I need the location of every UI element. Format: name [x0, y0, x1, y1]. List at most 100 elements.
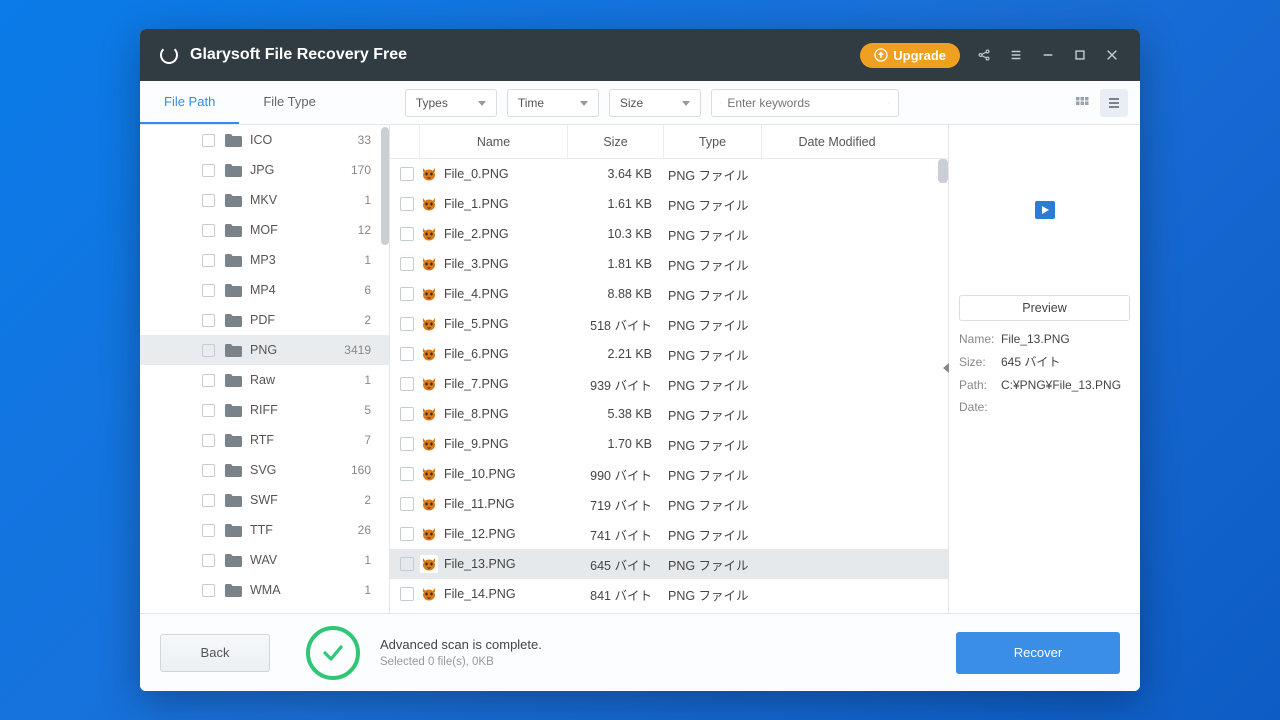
file-row[interactable]: File_13.PNG645 バイトPNG ファイル [390, 549, 948, 579]
file-row[interactable]: File_12.PNG741 バイトPNG ファイル [390, 519, 948, 549]
checkbox[interactable] [202, 164, 215, 177]
back-button[interactable]: Back [160, 634, 270, 672]
checkbox[interactable] [400, 287, 414, 301]
checkbox[interactable] [400, 257, 414, 271]
enter-icon[interactable] [888, 96, 890, 110]
menu-icon[interactable] [1000, 39, 1032, 71]
checkbox[interactable] [202, 524, 215, 537]
sidebar-item-count: 170 [351, 163, 371, 177]
sidebar-item-mof[interactable]: MOF12 [140, 215, 389, 245]
checkbox[interactable] [202, 494, 215, 507]
checkbox[interactable] [400, 497, 414, 511]
sidebar-item-rtf[interactable]: RTF7 [140, 425, 389, 455]
preview-button[interactable]: Preview [959, 295, 1130, 321]
file-icon [420, 405, 438, 423]
file-size: 841 バイト [564, 585, 660, 604]
checkbox[interactable] [400, 467, 414, 481]
column-type[interactable]: Type [664, 125, 762, 158]
folder-icon [225, 434, 242, 447]
column-date[interactable]: Date Modified [762, 125, 912, 158]
minimize-button[interactable] [1032, 39, 1064, 71]
search-input[interactable] [727, 96, 882, 110]
tab-file-path[interactable]: File Path [140, 81, 239, 124]
checkbox[interactable] [400, 527, 414, 541]
checkbox[interactable] [400, 557, 414, 571]
maximize-button[interactable] [1064, 39, 1096, 71]
checkbox[interactable] [202, 194, 215, 207]
column-size[interactable]: Size [568, 125, 664, 158]
checkbox[interactable] [400, 167, 414, 181]
share-icon[interactable] [968, 39, 1000, 71]
sidebar-scrollbar[interactable] [379, 125, 389, 613]
file-row[interactable]: File_1.PNG1.61 KBPNG ファイル [390, 189, 948, 219]
checkbox[interactable] [202, 404, 215, 417]
sidebar-item-swf[interactable]: SWF2 [140, 485, 389, 515]
checkbox[interactable] [400, 197, 414, 211]
column-name[interactable]: Name [420, 125, 568, 158]
preview-pane: Preview Name:File_13.PNG Size:645 バイト Pa… [948, 125, 1140, 613]
upgrade-button[interactable]: Upgrade [860, 43, 960, 68]
checkbox[interactable] [202, 554, 215, 567]
file-row[interactable]: File_14.PNG841 バイトPNG ファイル [390, 579, 948, 609]
sidebar-item-wav[interactable]: WAV1 [140, 545, 389, 575]
sidebar-item-ttf[interactable]: TTF26 [140, 515, 389, 545]
file-row[interactable]: File_8.PNG5.38 KBPNG ファイル [390, 399, 948, 429]
folder-icon [225, 554, 242, 567]
tab-file-type[interactable]: File Type [239, 81, 340, 124]
checkbox[interactable] [202, 314, 215, 327]
file-row[interactable]: File_7.PNG939 バイトPNG ファイル [390, 369, 948, 399]
checkbox[interactable] [202, 284, 215, 297]
checkbox[interactable] [400, 437, 414, 451]
sidebar-item-label: Raw [250, 373, 364, 387]
recover-button[interactable]: Recover [956, 632, 1120, 674]
sidebar-item-mkv[interactable]: MKV1 [140, 185, 389, 215]
filter-time[interactable]: Time [507, 89, 599, 117]
sidebar-item-png[interactable]: PNG3419 [140, 335, 389, 365]
collapse-preview-icon[interactable] [943, 363, 949, 373]
sidebar-item-mp3[interactable]: MP31 [140, 245, 389, 275]
sidebar-item-mp4[interactable]: MP46 [140, 275, 389, 305]
list-view-button[interactable] [1100, 89, 1128, 117]
filter-types[interactable]: Types [405, 89, 497, 117]
file-row[interactable]: File_2.PNG10.3 KBPNG ファイル [390, 219, 948, 249]
file-row[interactable]: File_4.PNG8.88 KBPNG ファイル [390, 279, 948, 309]
filter-size[interactable]: Size [609, 89, 701, 117]
checkbox[interactable] [400, 407, 414, 421]
sidebar-item-svg[interactable]: SVG160 [140, 455, 389, 485]
file-row[interactable]: File_0.PNG3.64 KBPNG ファイル [390, 159, 948, 189]
file-size: 1.70 KB [564, 437, 660, 451]
file-row[interactable]: File_11.PNG719 バイトPNG ファイル [390, 489, 948, 519]
sidebar-item-xlsx[interactable]: XLSX1 [140, 605, 389, 613]
file-row[interactable]: File_9.PNG1.70 KBPNG ファイル [390, 429, 948, 459]
sidebar-item-riff[interactable]: RIFF5 [140, 395, 389, 425]
file-list-scrollbar[interactable] [938, 159, 948, 183]
checkbox[interactable] [202, 134, 215, 147]
folder-icon [225, 134, 242, 147]
checkbox[interactable] [202, 224, 215, 237]
checkbox[interactable] [400, 317, 414, 331]
sidebar-item-wma[interactable]: WMA1 [140, 575, 389, 605]
checkbox[interactable] [400, 377, 414, 391]
sidebar-item-jpg[interactable]: JPG170 [140, 155, 389, 185]
file-size: 1.61 KB [564, 197, 660, 211]
file-row[interactable]: File_6.PNG2.21 KBPNG ファイル [390, 339, 948, 369]
grid-view-button[interactable] [1068, 89, 1096, 117]
checkbox[interactable] [400, 347, 414, 361]
file-name: File_12.PNG [444, 527, 564, 541]
checkbox[interactable] [400, 227, 414, 241]
checkbox[interactable] [202, 344, 215, 357]
sidebar-item-ico[interactable]: ICO33 [140, 125, 389, 155]
sidebar-item-pdf[interactable]: PDF2 [140, 305, 389, 335]
checkbox[interactable] [202, 374, 215, 387]
file-row[interactable]: File_10.PNG990 バイトPNG ファイル [390, 459, 948, 489]
file-row[interactable]: File_3.PNG1.81 KBPNG ファイル [390, 249, 948, 279]
close-button[interactable] [1096, 39, 1128, 71]
checkbox[interactable] [202, 584, 215, 597]
checkbox[interactable] [202, 434, 215, 447]
sidebar-item-raw[interactable]: Raw1 [140, 365, 389, 395]
file-row[interactable]: File_5.PNG518 バイトPNG ファイル [390, 309, 948, 339]
file-type: PNG ファイル [660, 435, 758, 454]
checkbox[interactable] [202, 254, 215, 267]
checkbox[interactable] [400, 587, 414, 601]
checkbox[interactable] [202, 464, 215, 477]
